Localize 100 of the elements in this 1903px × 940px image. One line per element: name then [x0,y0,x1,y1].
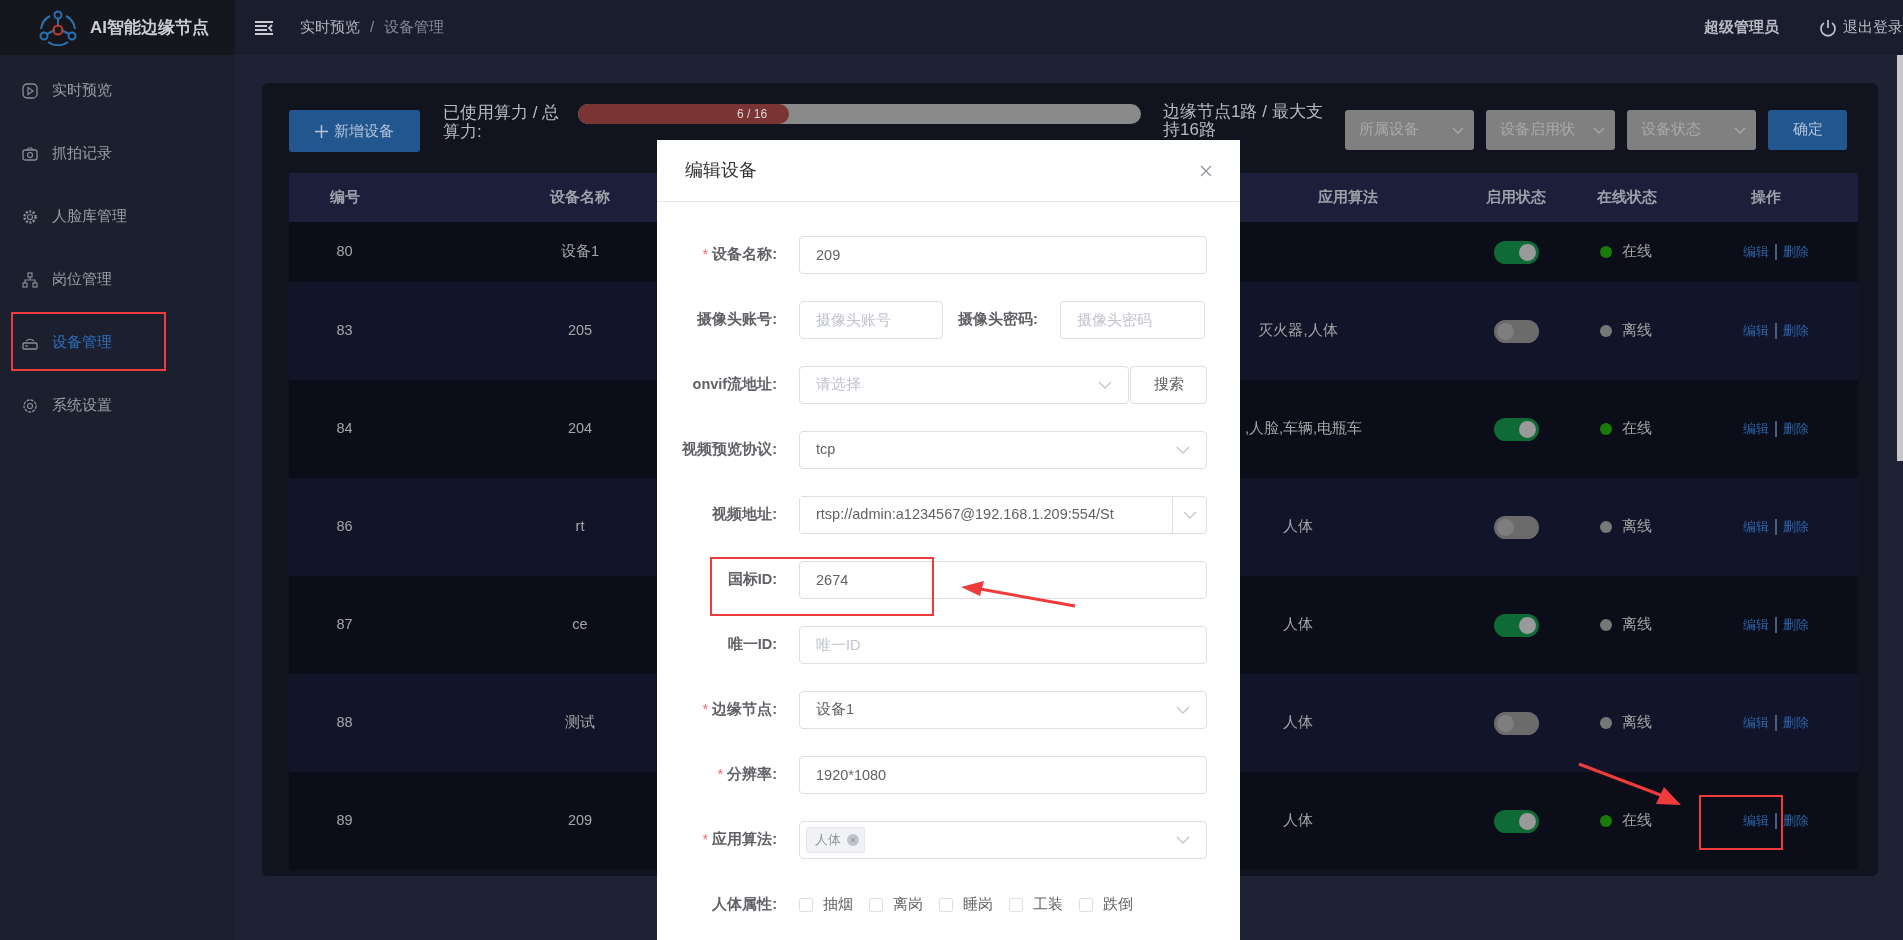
input-field[interactable]: 摄像头密码 [1059,301,1205,339]
table-cell: 204 [567,420,593,437]
delete-link[interactable]: 删除 [1782,242,1809,262]
edit-link[interactable]: 编辑 [1742,242,1769,262]
edit-link[interactable]: 编辑 [1742,811,1769,831]
user-name: 超级管理员 [1704,17,1779,38]
table-cell: ,人脸,车辆,电瓶车 [1245,420,1363,437]
search-button[interactable]: 搜索 [1130,366,1207,404]
column-header: 应用算法 [1317,188,1378,205]
breadcrumb-link[interactable]: 设备管理 [384,16,445,39]
chevron-down-icon [1098,381,1112,389]
delete-link[interactable]: 删除 [1782,615,1809,635]
edit-link[interactable]: 编辑 [1742,615,1769,635]
table-cell: 人体 [1283,518,1313,535]
sidebar-item[interactable]: 系统设置 [0,374,235,437]
menu-icon[interactable] [255,20,273,35]
breadcrumb-link[interactable]: 实时预览 [300,16,360,39]
checkbox[interactable] [869,898,883,912]
toggle-switch[interactable] [1493,613,1539,637]
field-label: 视频预览协议: [681,440,777,460]
confirm-button[interactable]: 确定 [1768,110,1847,150]
table-cell: rt [575,518,585,535]
sidebar-item[interactable]: 抓拍记录 [0,122,235,185]
toggle-switch[interactable] [1493,319,1539,343]
scrollbar[interactable] [1897,55,1903,461]
column-header: 编号 [329,188,360,205]
table-cell: 设备1 [560,243,600,260]
delete-link[interactable]: 删除 [1782,811,1809,831]
required-mark: * [702,831,709,848]
table-cell: ce [572,616,588,633]
combo-field[interactable]: rtsp://admin:a1234567@192.168.1.209:554/St [799,496,1207,534]
edit-link[interactable]: 编辑 [1742,713,1769,733]
chevron-down-icon [1182,511,1197,519]
select-field[interactable]: 请选择 [799,366,1129,404]
required-mark: * [717,766,724,783]
camera-icon [22,145,38,162]
field-label: 唯一ID: [726,635,777,655]
input-field[interactable]: 1920*1080 [799,756,1207,794]
delete-link[interactable]: 删除 [1782,517,1809,537]
sidebar-item[interactable]: 实时预览 [0,59,235,122]
checkbox-label: 跌倒 [1103,895,1133,915]
progress-reading: 6 / 16 [737,106,768,123]
delete-link[interactable]: 删除 [1782,419,1809,439]
edit-link[interactable]: 编辑 [1742,419,1769,439]
status-text: 离线 [1622,517,1652,537]
checkbox-label: 离岗 [893,895,923,915]
logout-link[interactable]: 退出登录 [1819,16,1903,39]
status-text: 在线 [1622,242,1652,262]
chevron-down-icon [1176,836,1190,844]
checkbox[interactable] [1009,898,1023,912]
toggle-switch[interactable] [1493,417,1539,441]
remove-icon[interactable] [847,834,859,846]
column-header: 在线状态 [1597,188,1657,205]
toggle-switch[interactable] [1493,240,1539,264]
capacity-text: 边缘节点1路 / 最大支持16路 [1163,103,1324,140]
dialog-title: 编辑设备 [685,159,757,182]
chevron-down-icon [1593,126,1605,134]
select-field[interactable]: tcp [799,431,1207,469]
toggle-switch[interactable] [1493,711,1539,735]
field-label: 设备名称: [712,246,777,263]
close-icon[interactable] [1200,164,1212,177]
logo-icon [38,9,78,46]
sidebar-item[interactable]: 岗位管理 [0,248,235,311]
multi-select-field[interactable]: 人体 [799,821,1207,859]
toggle-switch[interactable] [1493,515,1539,539]
input-field[interactable]: 209 [799,236,1207,274]
table-cell: 88 [336,714,353,731]
usage-label: 已使用算力 / 总算力: [443,103,561,142]
sidebar-item[interactable]: 设备管理 [0,311,235,374]
delete-link[interactable]: 删除 [1782,713,1809,733]
add-device-button[interactable]: 新增设备 [289,110,420,152]
checkbox[interactable] [1079,898,1093,912]
input-field[interactable]: 2674 [799,561,1207,599]
required-mark: * [702,246,709,263]
toggle-switch[interactable] [1493,809,1539,833]
chevron-down-icon [1452,126,1464,134]
status-text: 在线 [1622,811,1652,831]
checkbox[interactable] [799,898,813,912]
table-cell: 86 [336,518,353,535]
status-text: 在线 [1622,419,1652,439]
checkbox-label: 工装 [1033,895,1063,915]
field-label: 分辨率: [727,766,777,783]
tag-chip[interactable]: 人体 [806,827,865,853]
input-field[interactable]: 摄像头账号 [799,301,943,339]
edit-link[interactable]: 编辑 [1742,321,1769,341]
select-field[interactable]: 设备1 [799,691,1207,729]
field-label: 摄像头密码: [958,310,1038,330]
field-label: 应用算法: [712,831,777,848]
edit-link[interactable]: 编辑 [1742,517,1769,537]
breadcrumb-separator: / [370,17,375,38]
delete-link[interactable]: 删除 [1782,321,1809,341]
hierarchy-icon [22,271,38,288]
table-cell: 测试 [565,714,595,731]
sidebar-item[interactable]: 人脸库管理 [0,185,235,248]
column-header: 启用状态 [1486,188,1546,205]
chevron-down-icon [1176,706,1190,714]
table-cell: 人体 [1283,812,1313,829]
checkbox[interactable] [939,898,953,912]
table-cell: 205 [567,322,593,339]
settings-icon [22,397,38,414]
